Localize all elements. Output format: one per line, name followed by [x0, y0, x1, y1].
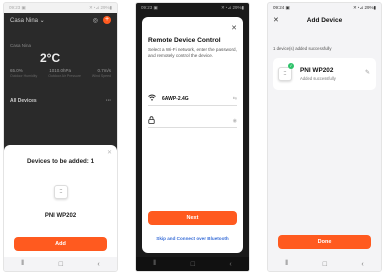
system-nav-bar: ⦀ □ ‹ — [136, 257, 249, 271]
recent-apps-icon[interactable]: ⦀ — [21, 260, 24, 268]
home-selector[interactable]: Casa Nina ⌄ — [10, 17, 45, 24]
status-time: 09:23 ▣ — [9, 5, 26, 10]
home-icon[interactable]: □ — [323, 261, 327, 268]
system-nav-bar: ⦀ □ ‹ — [268, 257, 381, 271]
wifi-field[interactable]: 6AWP-2.4G ⇆ — [148, 92, 237, 106]
home-icon[interactable]: □ — [59, 261, 63, 268]
device-name: PNI WP202 — [44, 213, 77, 219]
status-time: 09:23 ▣ — [141, 5, 158, 10]
dialog-title: Remote Device Control — [148, 37, 221, 44]
home-header: Casa Nina ⌄ ◎ + — [10, 16, 111, 24]
wind-label: Wind Speed — [91, 74, 111, 78]
recent-apps-icon[interactable]: ⦀ — [285, 260, 288, 268]
edit-icon[interactable]: ✎ — [365, 69, 370, 76]
dialog-description: Select a Wi-Fi network, enter the passwo… — [148, 47, 237, 58]
added-count-text: 1 device(s) added successfully — [273, 46, 332, 51]
device-status: Added successfully — [300, 76, 336, 81]
weather-panel: Casa Nina 2°C 65.0% 1010.0hPa 0.7m/s Out… — [10, 43, 111, 78]
phone-screen-added: 09:24 ▣ ✕◔⊿ 29%▮ ✕ Add Device 1 device(s… — [267, 2, 382, 272]
smart-plug-icon: ⁚⁚ — [54, 185, 68, 199]
add-device-icon[interactable]: + — [103, 16, 111, 24]
weather-temperature: 2°C — [40, 51, 61, 65]
status-icons: ✕◔⊿ 29%▮ — [353, 5, 376, 10]
scan-icon[interactable]: ◎ — [93, 17, 98, 24]
next-button[interactable]: Next — [148, 211, 237, 225]
bluetooth-link[interactable]: Skip and Connect over Bluetooth — [142, 236, 243, 241]
pressure-label: Outdoor Air Pressure — [48, 74, 81, 78]
weather-city: Casa Nina — [10, 43, 32, 48]
home-background — [4, 13, 117, 153]
sheet-title: Devices to be added: 1 — [26, 158, 95, 165]
add-button[interactable]: Add — [14, 237, 107, 251]
devices-to-add-sheet: ✕ Devices to be added: 1 ⁚⁚ PNI WP202 Ad… — [4, 145, 117, 257]
status-icons: ✕◔⊿ 29%▮ — [221, 5, 244, 10]
device-name: PNI WP202 — [300, 67, 334, 74]
wifi-icon — [148, 94, 158, 103]
switch-network-icon[interactable]: ⇆ — [233, 96, 237, 102]
password-field[interactable]: ◉ — [148, 114, 237, 128]
close-icon[interactable]: ✕ — [231, 24, 237, 32]
back-icon[interactable]: ‹ — [229, 261, 231, 268]
wifi-name: 6AWP-2.4G — [162, 95, 189, 102]
phone-screen-home: 09:23 ▣ ✕◔⊿ 29%▮ Casa Nina ⌄ ◎ + Casa Ni… — [3, 2, 118, 272]
close-icon[interactable]: ✕ — [273, 16, 293, 24]
smart-plug-icon: ⁚⁚ — [278, 67, 292, 81]
page-header: ✕ Add Device — [273, 16, 376, 25]
home-icon[interactable]: □ — [191, 261, 195, 268]
lock-icon — [148, 115, 158, 126]
wind-value: 0.7m/s — [97, 68, 111, 73]
back-icon[interactable]: ‹ — [97, 261, 99, 268]
status-bar: 09:23 ▣ ✕◔⊿ 29%▮ — [136, 3, 249, 13]
back-icon[interactable]: ‹ — [361, 261, 363, 268]
pressure-value: 1010.0hPa — [49, 68, 72, 73]
close-icon[interactable]: ✕ — [107, 149, 112, 156]
done-button[interactable]: Done — [278, 235, 371, 249]
phone-screen-wifi: 09:23 ▣ ✕◔⊿ 29%▮ ✕ Remote Device Control… — [135, 2, 250, 272]
show-password-icon[interactable]: ◉ — [233, 118, 237, 124]
status-icons: ✕◔⊿ 29%▮ — [89, 5, 112, 10]
page-title: Add Device — [306, 16, 343, 24]
device-card[interactable]: ⁚⁚ ✓ PNI WP202 Added successfully ✎ — [273, 58, 376, 90]
status-bar: 09:24 ▣ ✕◔⊿ 29%▮ — [268, 3, 381, 13]
recent-apps-icon[interactable]: ⦀ — [153, 260, 156, 268]
humidity-value: 65.0% — [10, 68, 23, 73]
remote-control-dialog: ✕ Remote Device Control Select a Wi-Fi n… — [142, 17, 243, 253]
humidity-label: Outdoor Humidity — [10, 74, 38, 78]
more-icon[interactable]: ··· — [106, 98, 111, 104]
status-time: 09:24 ▣ — [273, 5, 290, 10]
status-bar: 09:23 ▣ ✕◔⊿ 29%▮ — [4, 3, 117, 13]
system-nav-bar: ⦀ □ ‹ — [4, 257, 117, 271]
success-check-icon: ✓ — [288, 63, 294, 69]
all-devices-header: All Devices ··· — [10, 98, 111, 104]
all-devices-tab[interactable]: All Devices — [10, 98, 37, 104]
